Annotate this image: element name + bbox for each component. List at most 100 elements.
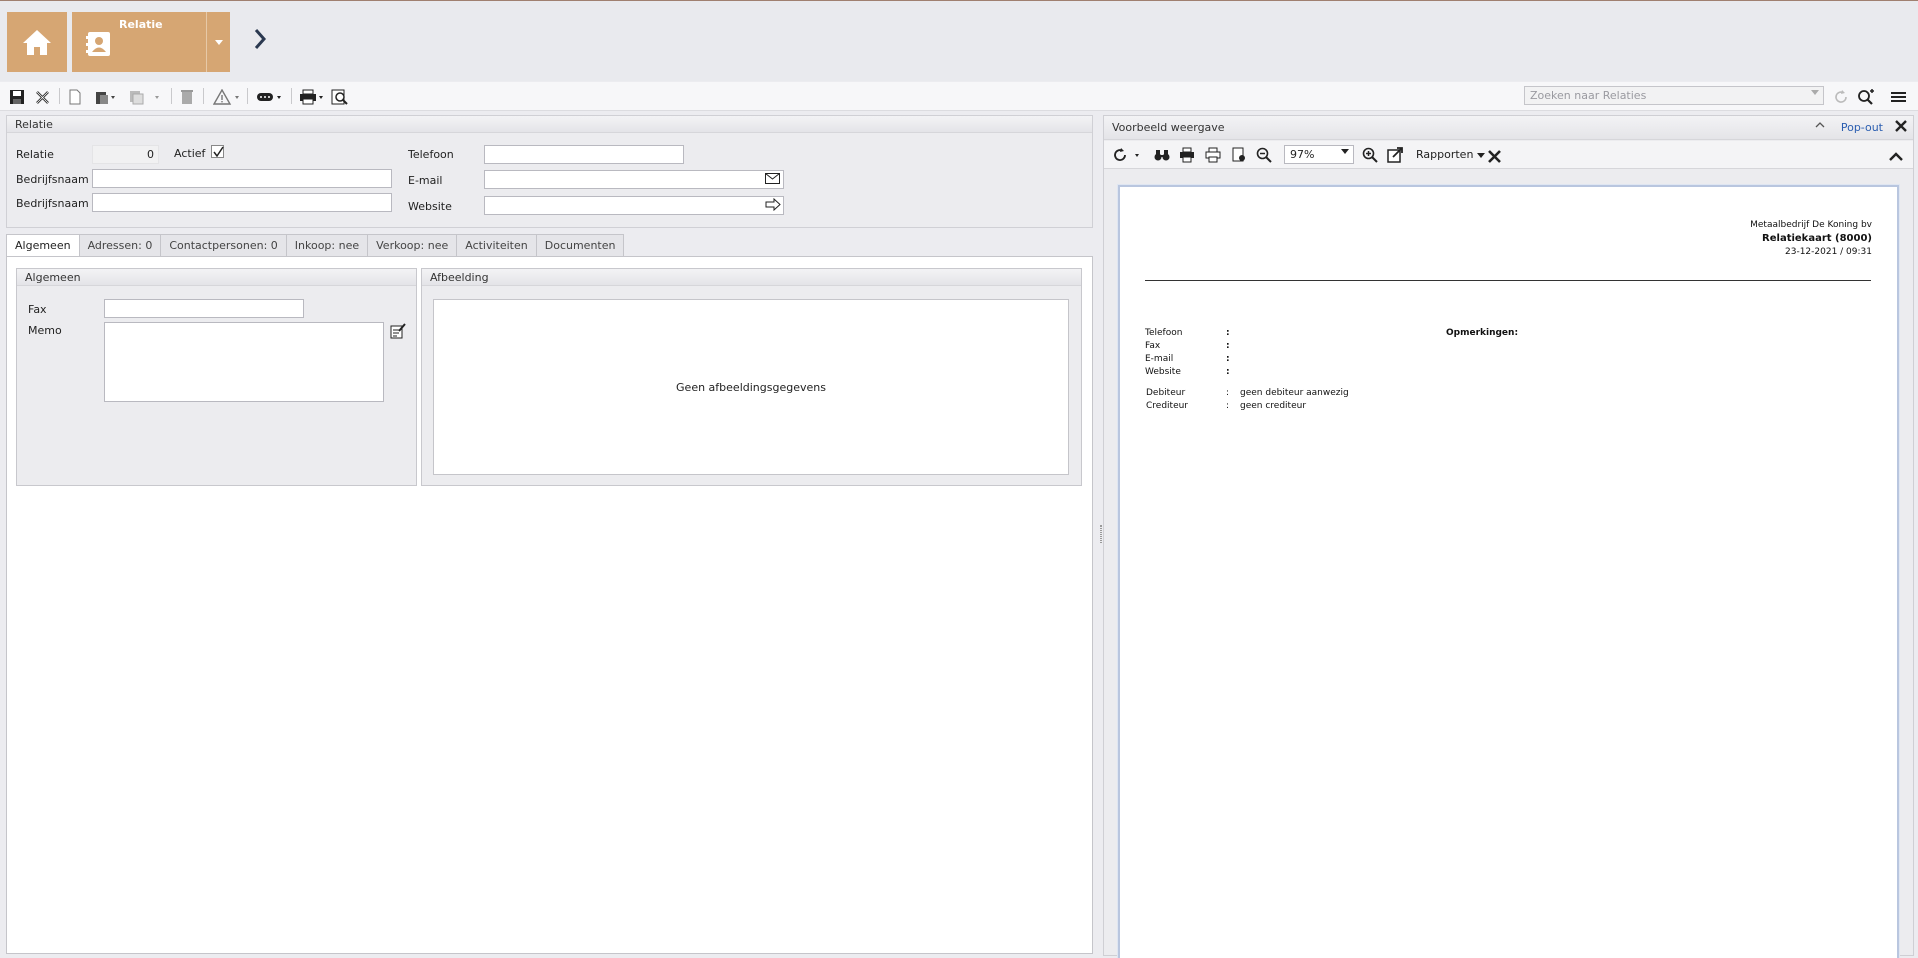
paste-icon[interactable]: [95, 88, 117, 106]
contact-card-icon: [86, 30, 112, 58]
caret-down-icon: [1476, 152, 1485, 158]
cancel-icon[interactable]: [34, 88, 51, 106]
chevron-up-icon[interactable]: [1815, 120, 1825, 130]
external-open-icon[interactable]: [1387, 146, 1403, 164]
website-field[interactable]: [484, 196, 784, 215]
email-label: E-mail: [408, 174, 443, 187]
report-colon: :: [1226, 341, 1230, 351]
refresh-icon: [1833, 88, 1849, 106]
zoom-add-icon[interactable]: [1857, 88, 1875, 106]
report-telefoon-label: Telefoon: [1145, 328, 1183, 338]
zoom-in-icon[interactable]: [1362, 146, 1378, 164]
tab-bar: Algemeen Adressen: 0 Contactpersonen: 0 …: [6, 234, 625, 257]
telefoon-label: Telefoon: [408, 148, 454, 161]
module-dropdown[interactable]: [206, 12, 230, 72]
actief-label: Actief: [174, 147, 206, 160]
preview-toolbar: 97% Rapporten: [1104, 141, 1913, 169]
refresh-icon[interactable]: [1112, 146, 1142, 164]
tab-contactpersonen[interactable]: Contactpersonen: 0: [160, 234, 287, 256]
report-colon: :: [1226, 354, 1230, 364]
bedrijfsnaam2-field[interactable]: [92, 193, 392, 212]
memo-label: Memo: [28, 324, 62, 337]
image-area[interactable]: Geen afbeeldingsgegevens: [433, 299, 1069, 475]
chevron-up-icon[interactable]: [1889, 148, 1903, 166]
report-email-label: E-mail: [1145, 354, 1174, 364]
report-page: Metaalbedrijf De Koning bv Relatiekaart …: [1118, 185, 1899, 958]
report-website-label: Website: [1145, 367, 1181, 377]
fax-label: Fax: [28, 303, 47, 316]
tab-documenten[interactable]: Documenten: [535, 234, 625, 256]
page-setup-icon[interactable]: [1231, 146, 1247, 164]
report-crediteur-label: Crediteur: [1146, 401, 1189, 411]
report-fax-label: Fax: [1145, 341, 1161, 351]
tab-inkoop[interactable]: Inkoop: nee: [285, 234, 369, 256]
arrow-right-icon[interactable]: [765, 198, 781, 211]
memo-field[interactable]: [104, 322, 384, 402]
preview-title: Voorbeeld weergave: [1112, 121, 1225, 134]
report-crediteur-value: geen crediteur: [1240, 401, 1307, 411]
print-setup-icon[interactable]: [1179, 146, 1195, 164]
zoom-value: 97%: [1290, 148, 1315, 161]
report-company: Metaalbedrijf De Koning bv: [1750, 220, 1872, 230]
save-icon[interactable]: [9, 88, 25, 106]
afbeelding-group: Afbeelding Geen afbeeldingsgegevens: [421, 268, 1082, 486]
close-icon[interactable]: [1895, 120, 1907, 132]
actief-checkbox[interactable]: [211, 145, 224, 158]
report-debiteur-value: geen debiteur aanwezig: [1240, 388, 1349, 398]
relatie-panel: Relatie Relatie 0 Actief Bedrijfsnaam Be…: [6, 115, 1093, 228]
report-colon: :: [1226, 328, 1230, 338]
new-document-icon[interactable]: [68, 88, 82, 106]
home-icon: [21, 27, 53, 57]
print-icon[interactable]: [299, 88, 325, 106]
preview-header: Voorbeeld weergave Pop-out: [1104, 116, 1913, 140]
copy-icon: [129, 88, 163, 106]
search-input[interactable]: Zoeken naar Relaties: [1524, 86, 1824, 105]
home-button[interactable]: [7, 12, 67, 72]
email-field[interactable]: [484, 170, 784, 189]
print-preview-icon[interactable]: [331, 88, 349, 106]
afbeelding-title: Afbeelding: [422, 269, 1081, 286]
warning-icon[interactable]: [213, 88, 243, 106]
tab-verkoop[interactable]: Verkoop: nee: [367, 234, 458, 256]
report-colon: :: [1226, 367, 1230, 377]
algemeen-group: Algemeen Fax Memo: [16, 268, 417, 486]
delete-icon: [181, 88, 193, 106]
edit-note-icon[interactable]: [390, 323, 406, 339]
report-title: Relatiekaart (8000): [1762, 233, 1872, 244]
report-debiteur-label: Debiteur: [1146, 388, 1186, 398]
fax-field[interactable]: [104, 299, 304, 318]
zoom-select[interactable]: 97%: [1284, 145, 1354, 164]
rapporten-label: Rapporten: [1416, 148, 1474, 161]
tab-adressen[interactable]: Adressen: 0: [78, 234, 162, 256]
caret-down-icon: [214, 39, 223, 45]
close-report-icon[interactable]: [1487, 147, 1502, 165]
tab-activiteiten[interactable]: Activiteiten: [456, 234, 537, 256]
find-icon[interactable]: [1154, 146, 1170, 164]
print-icon[interactable]: [1205, 146, 1221, 164]
tab-content: Algemeen Fax Memo Afbeelding Geen afbeel…: [6, 256, 1093, 954]
report-datetime: 23-12-2021 / 09:31: [1785, 247, 1872, 257]
relatie-label: Relatie: [16, 148, 54, 161]
mail-icon[interactable]: [765, 173, 780, 184]
menu-icon[interactable]: [1891, 88, 1906, 106]
zoom-out-icon[interactable]: [1256, 146, 1272, 164]
bedrijfsnaam2-label: Bedrijfsnaam 2: [16, 197, 100, 210]
popout-link[interactable]: Pop-out: [1841, 121, 1883, 134]
telefoon-field[interactable]: [484, 145, 684, 164]
check-icon: [213, 146, 224, 158]
rapporten-menu[interactable]: Rapporten: [1416, 148, 1485, 161]
caret-down-icon[interactable]: [1341, 149, 1349, 154]
relatie-panel-title: Relatie: [7, 116, 1092, 133]
main-toolbar: Zoeken naar Relaties: [0, 82, 1918, 111]
caret-down-icon[interactable]: [1811, 90, 1819, 95]
chevron-right-icon[interactable]: [253, 28, 267, 50]
relatie-module-tile[interactable]: Relatie: [72, 12, 230, 72]
bedrijfsnaam-field[interactable]: [92, 169, 392, 188]
no-image-text: Geen afbeeldingsgegevens: [676, 380, 826, 394]
search-placeholder: Zoeken naar Relaties: [1530, 89, 1647, 102]
website-label: Website: [408, 200, 452, 213]
tab-algemeen[interactable]: Algemeen: [6, 234, 80, 257]
more-options-icon[interactable]: [256, 88, 284, 106]
report-colon: :: [1226, 401, 1230, 411]
report-opmerkingen-label: Opmerkingen:: [1446, 328, 1519, 338]
